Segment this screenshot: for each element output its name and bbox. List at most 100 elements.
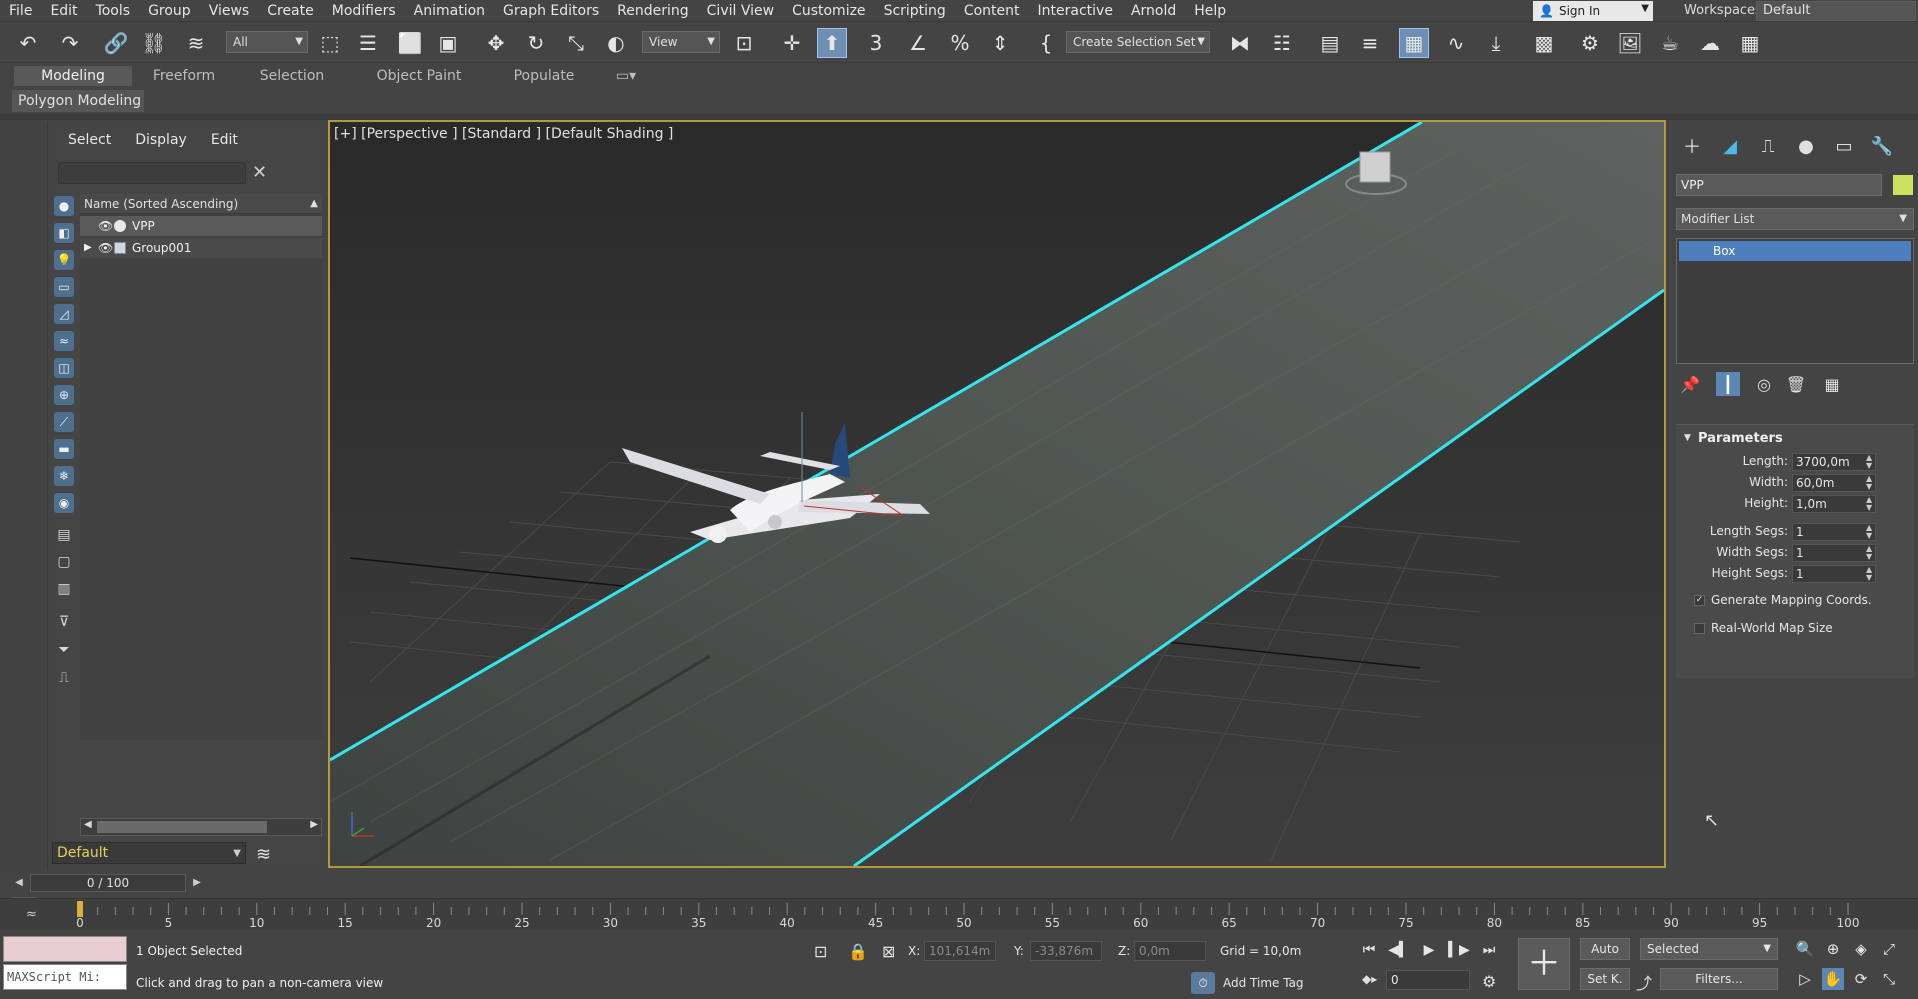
selection-lock-icon[interactable]: 🔒 (848, 942, 868, 961)
workspaces-select[interactable]: Default (1756, 1, 1916, 21)
scene-explorer-toggle-icon[interactable]: ▤ (1316, 29, 1344, 57)
select-manipulate-icon[interactable]: ✛ (778, 29, 806, 57)
undo-icon[interactable]: ↶ (14, 29, 42, 57)
scroll-left-icon[interactable]: ◀ (84, 819, 92, 830)
align-icon[interactable]: ☷ (1268, 29, 1296, 57)
pivot-center-icon[interactable]: ⊡ (730, 29, 758, 57)
next-frame-icon[interactable]: ▍▶ (1448, 940, 1470, 960)
menu-modifiers[interactable]: Modifiers (323, 0, 405, 22)
add-time-tag-label[interactable]: Add Time Tag (1223, 976, 1304, 990)
key-mode-toggle-icon[interactable]: ◆▸ (1362, 972, 1377, 986)
edit-named-selection-icon[interactable]: { (1032, 29, 1060, 57)
select-object-icon[interactable]: ⬚ (316, 29, 344, 57)
rendered-frame-window-icon[interactable]: 🖼 (1616, 29, 1644, 57)
render-iterative-icon[interactable]: ☁ (1696, 29, 1724, 57)
move-icon[interactable]: ✥ (482, 29, 510, 57)
x-coord-field[interactable]: 101,614m (924, 941, 996, 961)
spinner-icon[interactable]: ▲ ▼ (1866, 545, 1872, 561)
maximize-viewport-icon[interactable]: ⤡ (1878, 968, 1900, 990)
menu-file[interactable]: File (0, 0, 41, 22)
explorer-tab-select[interactable]: Select (56, 132, 123, 148)
scale-icon[interactable]: ⤡ (562, 29, 590, 57)
filter-xrefs-icon[interactable]: ⊕ (54, 385, 74, 405)
real-world-map-size-checkbox[interactable]: Real-World Map Size (1694, 621, 1833, 635)
hierarchy-icon[interactable]: ⎍ (54, 668, 74, 688)
menu-interactive[interactable]: Interactive (1029, 0, 1122, 22)
auto-key-button[interactable]: Auto (1580, 938, 1630, 960)
reference-coordinate-dropdown[interactable]: View ▼ (642, 31, 720, 53)
absolute-mode-transform-icon[interactable]: ⊠ (882, 942, 895, 961)
go-to-end-icon[interactable]: ⏭ (1478, 940, 1500, 960)
menu-rendering[interactable]: Rendering (608, 0, 698, 22)
bind-space-warp-icon[interactable]: ≋ (182, 29, 210, 57)
stack-item-box[interactable]: Box (1679, 241, 1911, 261)
filter-toggle-icon[interactable]: ⊽ (54, 612, 74, 632)
expand-arrow-icon[interactable]: ▶ (84, 238, 92, 258)
make-unique-icon[interactable]: ◎ (1752, 372, 1776, 396)
checkbox-unchecked-icon[interactable] (1694, 622, 1705, 634)
ribbon-tab-modeling[interactable]: Modeling (14, 66, 132, 86)
create-tab-icon[interactable]: ＋ (1678, 134, 1706, 158)
viewport-label[interactable]: [+] [Perspective ] [Standard ] [Default … (334, 126, 673, 142)
width-input[interactable]: 60,0m (1792, 474, 1876, 492)
named-selection-dropdown[interactable]: Create Selection Set ▼ (1066, 31, 1210, 53)
object-color-swatch[interactable] (1892, 174, 1914, 196)
eye-icon[interactable]: 👁 (98, 216, 113, 236)
set-keys-big-icon[interactable]: ＋ (1518, 938, 1570, 990)
current-frame-marker[interactable] (77, 901, 83, 917)
explorer-tab-edit[interactable]: Edit (199, 132, 250, 148)
menu-views[interactable]: Views (200, 0, 259, 22)
menu-graph-editors[interactable]: Graph Editors (494, 0, 608, 22)
menu-tools[interactable]: Tools (87, 0, 140, 22)
filter-space-warps-icon[interactable]: ≈ (54, 331, 74, 351)
percent-snap-icon[interactable]: % (946, 29, 974, 57)
modifier-list-dropdown[interactable]: Modifier List ▼ (1676, 208, 1914, 230)
layer-dropdown[interactable]: Default ▼ (52, 842, 246, 864)
ribbon-panel-polygon-modeling[interactable]: Polygon Modeling (12, 90, 144, 112)
select-by-name-icon[interactable]: ☰ (354, 29, 382, 57)
perspective-viewport[interactable]: [+] [Perspective ] [Standard ] [Default … (328, 120, 1666, 868)
menu-group[interactable]: Group (139, 0, 200, 22)
time-slider-next-icon[interactable]: ▶ (188, 874, 206, 892)
hierarchy-tab-icon[interactable]: ⎍ (1754, 134, 1782, 158)
explorer-row-vpp[interactable]: 👁 VPP (80, 216, 322, 236)
menu-edit[interactable]: Edit (41, 0, 86, 22)
link-icon[interactable]: 🔗 (102, 29, 130, 57)
go-to-start-icon[interactable]: ⏮ (1358, 940, 1380, 960)
zoom-icon[interactable]: 🔍 (1794, 938, 1816, 960)
unlink-icon[interactable]: ⛓ (140, 29, 168, 57)
parameters-title[interactable]: Parameters (1698, 431, 1783, 446)
angle-snap-icon[interactable]: ∠ (904, 29, 932, 57)
isolate-selection-icon[interactable]: ⊡ (814, 942, 827, 961)
show-end-result-icon[interactable]: ┃ (1716, 372, 1740, 396)
time-slider[interactable]: ◀ 0 / 100 ▶ (0, 872, 1918, 896)
menu-civil-view[interactable]: Civil View (698, 0, 783, 22)
ribbon-options-icon[interactable]: ▭▾ (608, 66, 644, 86)
render-production-icon[interactable]: ☕ (1656, 29, 1684, 57)
funnel-icon[interactable]: ⏷ (54, 640, 74, 660)
display-references-icon[interactable]: ▢ (54, 552, 74, 572)
length-segs-input[interactable]: 1 (1792, 523, 1876, 541)
rollout-collapse-icon[interactable]: ▼ (1684, 433, 1691, 443)
menu-animation[interactable]: Animation (405, 0, 494, 22)
ribbon-tab-freeform[interactable]: Freeform (136, 66, 232, 86)
display-tab-icon[interactable]: ▭ (1830, 134, 1858, 158)
display-children-icon[interactable]: ▤ (54, 525, 74, 545)
explorer-column-header[interactable]: Name (Sorted Ascending) ▲ (80, 194, 322, 214)
clear-search-icon[interactable]: ✕ (252, 162, 267, 183)
filter-cameras-icon[interactable]: ▭ (54, 277, 74, 297)
zoom-extents-all-icon[interactable]: ⤢ (1878, 938, 1900, 960)
track-bar[interactable]: ≈ 0 5 10 15 20 25 30 35 40 45 50 55 60 65 70 75 80 85 90 95… (0, 898, 1918, 930)
modify-tab-icon[interactable]: ◢ (1716, 134, 1744, 158)
ribbon-tab-object-paint[interactable]: Object Paint (360, 66, 478, 86)
filter-geometry-icon[interactable]: ● (54, 196, 74, 216)
key-filter-dropdown[interactable]: Selected ▼ (1640, 938, 1778, 960)
schematic-view-icon[interactable]: ⤓ (1482, 29, 1510, 57)
keyboard-shortcut-override-icon[interactable]: ⬆ (817, 28, 847, 58)
zoom-all-icon[interactable]: ⊕ (1822, 938, 1844, 960)
explorer-horizontal-scrollbar[interactable]: ◀ ▶ (80, 818, 322, 836)
mirror-icon[interactable]: ⧓ (1226, 29, 1254, 57)
spinner-icon[interactable]: ▲ ▼ (1866, 454, 1872, 470)
window-crossing-icon[interactable]: ▣ (434, 29, 462, 57)
sign-in-dropdown[interactable]: 👤 Sign In ▼ (1533, 1, 1653, 21)
